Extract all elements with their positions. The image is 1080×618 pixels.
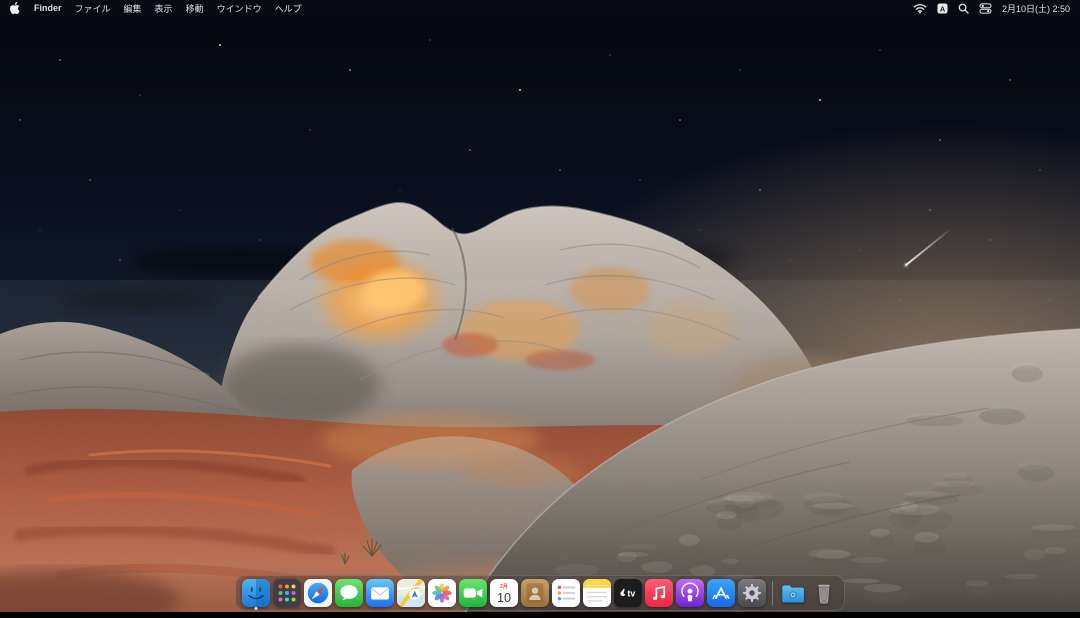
active-app-name[interactable]: Finder bbox=[34, 3, 62, 13]
menu-item-4[interactable]: ウインドウ bbox=[217, 2, 262, 15]
spotlight-search-icon[interactable] bbox=[958, 3, 969, 14]
dock-item-maps[interactable] bbox=[397, 579, 425, 607]
dock-item-finder[interactable] bbox=[242, 579, 270, 607]
letterbox-bar bbox=[0, 612, 1080, 618]
menu-item-1[interactable]: 編集 bbox=[124, 2, 142, 15]
dock-item-downloads-folder[interactable] bbox=[779, 579, 807, 607]
apple-menu-icon[interactable] bbox=[10, 2, 21, 14]
menu-items: ファイル編集表示移動ウインドウヘルプ bbox=[75, 2, 302, 15]
control-center-icon[interactable] bbox=[979, 3, 992, 14]
dock-item-launchpad[interactable] bbox=[273, 579, 301, 607]
desktop-wallpaper bbox=[0, 0, 1080, 618]
dock-item-reminders[interactable] bbox=[552, 579, 580, 607]
menu-item-3[interactable]: 移動 bbox=[186, 2, 204, 15]
menu-item-2[interactable]: 表示 bbox=[155, 2, 173, 15]
dock-item-notes[interactable] bbox=[583, 579, 611, 607]
dock-item-podcasts[interactable] bbox=[676, 579, 704, 607]
dock-item-safari[interactable] bbox=[304, 579, 332, 607]
dock-item-settings[interactable] bbox=[738, 579, 766, 607]
svg-text:tv: tv bbox=[627, 589, 635, 599]
svg-text:A: A bbox=[940, 4, 946, 13]
dock-item-facetime[interactable] bbox=[459, 579, 487, 607]
dock-item-appstore[interactable] bbox=[707, 579, 735, 607]
dock-item-messages[interactable] bbox=[335, 579, 363, 607]
dock-item-photos[interactable] bbox=[428, 579, 456, 607]
dock-item-calendar[interactable]: 2月10 bbox=[490, 579, 518, 607]
dock-item-tv[interactable]: tv bbox=[614, 579, 642, 607]
svg-text:10: 10 bbox=[497, 591, 511, 605]
wifi-icon[interactable] bbox=[913, 3, 927, 14]
dock-divider bbox=[772, 581, 773, 606]
svg-text:2月: 2月 bbox=[500, 582, 508, 590]
status-icons: A bbox=[913, 3, 992, 14]
dock-item-trash[interactable] bbox=[810, 579, 838, 607]
input-source-icon[interactable]: A bbox=[937, 3, 948, 14]
menu-bar-clock[interactable]: 2月10日(土) 2:50 bbox=[1002, 2, 1070, 15]
menu-item-0[interactable]: ファイル bbox=[75, 2, 111, 15]
desktop: Finder ファイル編集表示移動ウインドウヘルプ A 2月10日(土) 2:5… bbox=[0, 0, 1080, 618]
menu-item-5[interactable]: ヘルプ bbox=[275, 2, 302, 15]
running-indicator bbox=[255, 607, 258, 610]
dock-item-music[interactable] bbox=[645, 579, 673, 607]
menu-bar: Finder ファイル編集表示移動ウインドウヘルプ A 2月10日(土) 2:5… bbox=[0, 0, 1080, 16]
dock-item-mail[interactable] bbox=[366, 579, 394, 607]
dock-item-contacts[interactable] bbox=[521, 579, 549, 607]
dock: 2月10 tv bbox=[235, 575, 845, 611]
